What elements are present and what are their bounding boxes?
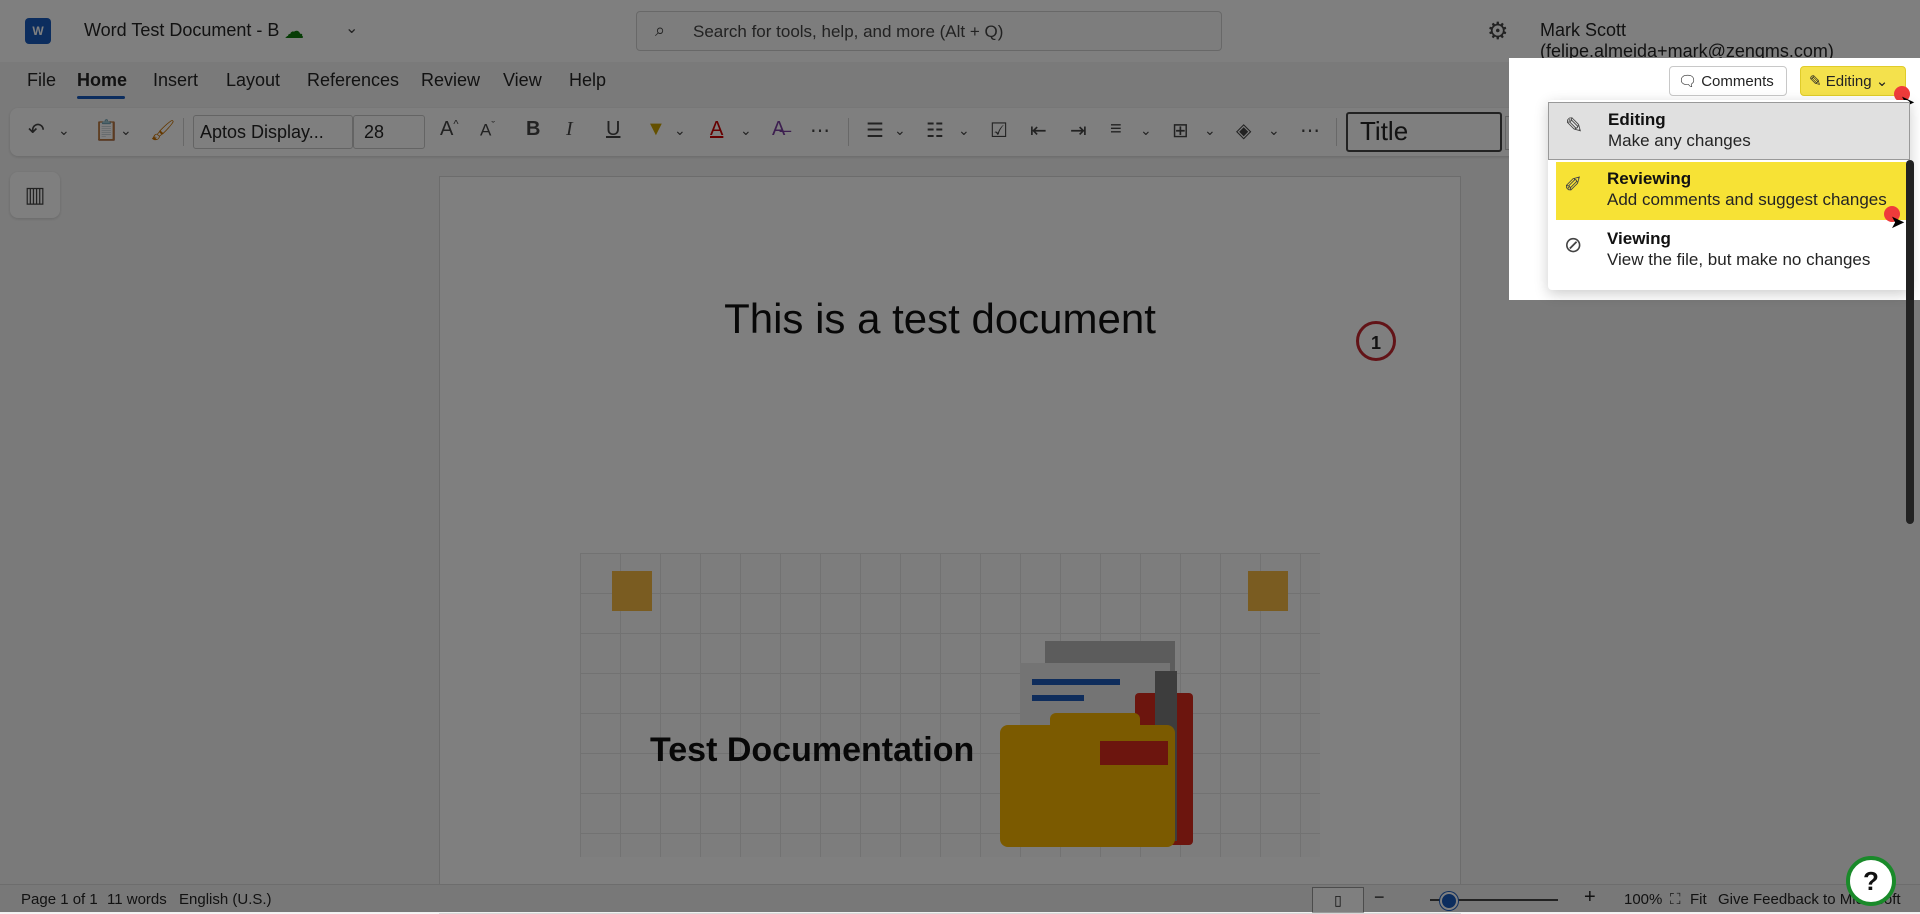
editing-mode-label: Editing: [1825, 73, 1872, 90]
option-description: Add comments and suggest changes: [1607, 190, 1887, 209]
option-title: Editing: [1608, 110, 1666, 129]
vertical-scrollbar[interactable]: [1906, 160, 1914, 524]
reviewing-icon: ✐: [1564, 172, 1583, 197]
option-title: Viewing: [1607, 229, 1671, 248]
eye-off-icon: ⊘: [1564, 232, 1583, 257]
mode-option-viewing[interactable]: ⊘ Viewing View the file, but make no cha…: [1548, 222, 1910, 280]
comments-button[interactable]: 🗨 Comments: [1669, 66, 1787, 96]
comments-label: Comments: [1701, 73, 1774, 90]
option-description: View the file, but make no changes: [1607, 250, 1871, 269]
chevron-down-icon: ⌄: [1875, 73, 1889, 90]
mode-option-reviewing[interactable]: ✐ Reviewing Add comments and suggest cha…: [1556, 162, 1906, 220]
editing-mode-button[interactable]: ✎ Editing ⌄: [1800, 66, 1906, 96]
comment-icon: 🗨: [1678, 73, 1698, 90]
option-title: Reviewing: [1607, 169, 1692, 188]
pencil-icon: ✎: [1809, 73, 1822, 90]
mode-dropdown: ✎ Editing Make any changes ✐ Reviewing A…: [1548, 100, 1910, 290]
help-icon[interactable]: ?: [1846, 856, 1896, 906]
pencil-icon: ✎: [1565, 113, 1584, 138]
option-description: Make any changes: [1608, 131, 1751, 150]
mode-option-editing[interactable]: ✎ Editing Make any changes: [1548, 102, 1910, 160]
mouse-cursor: ➤: [1890, 212, 1906, 232]
